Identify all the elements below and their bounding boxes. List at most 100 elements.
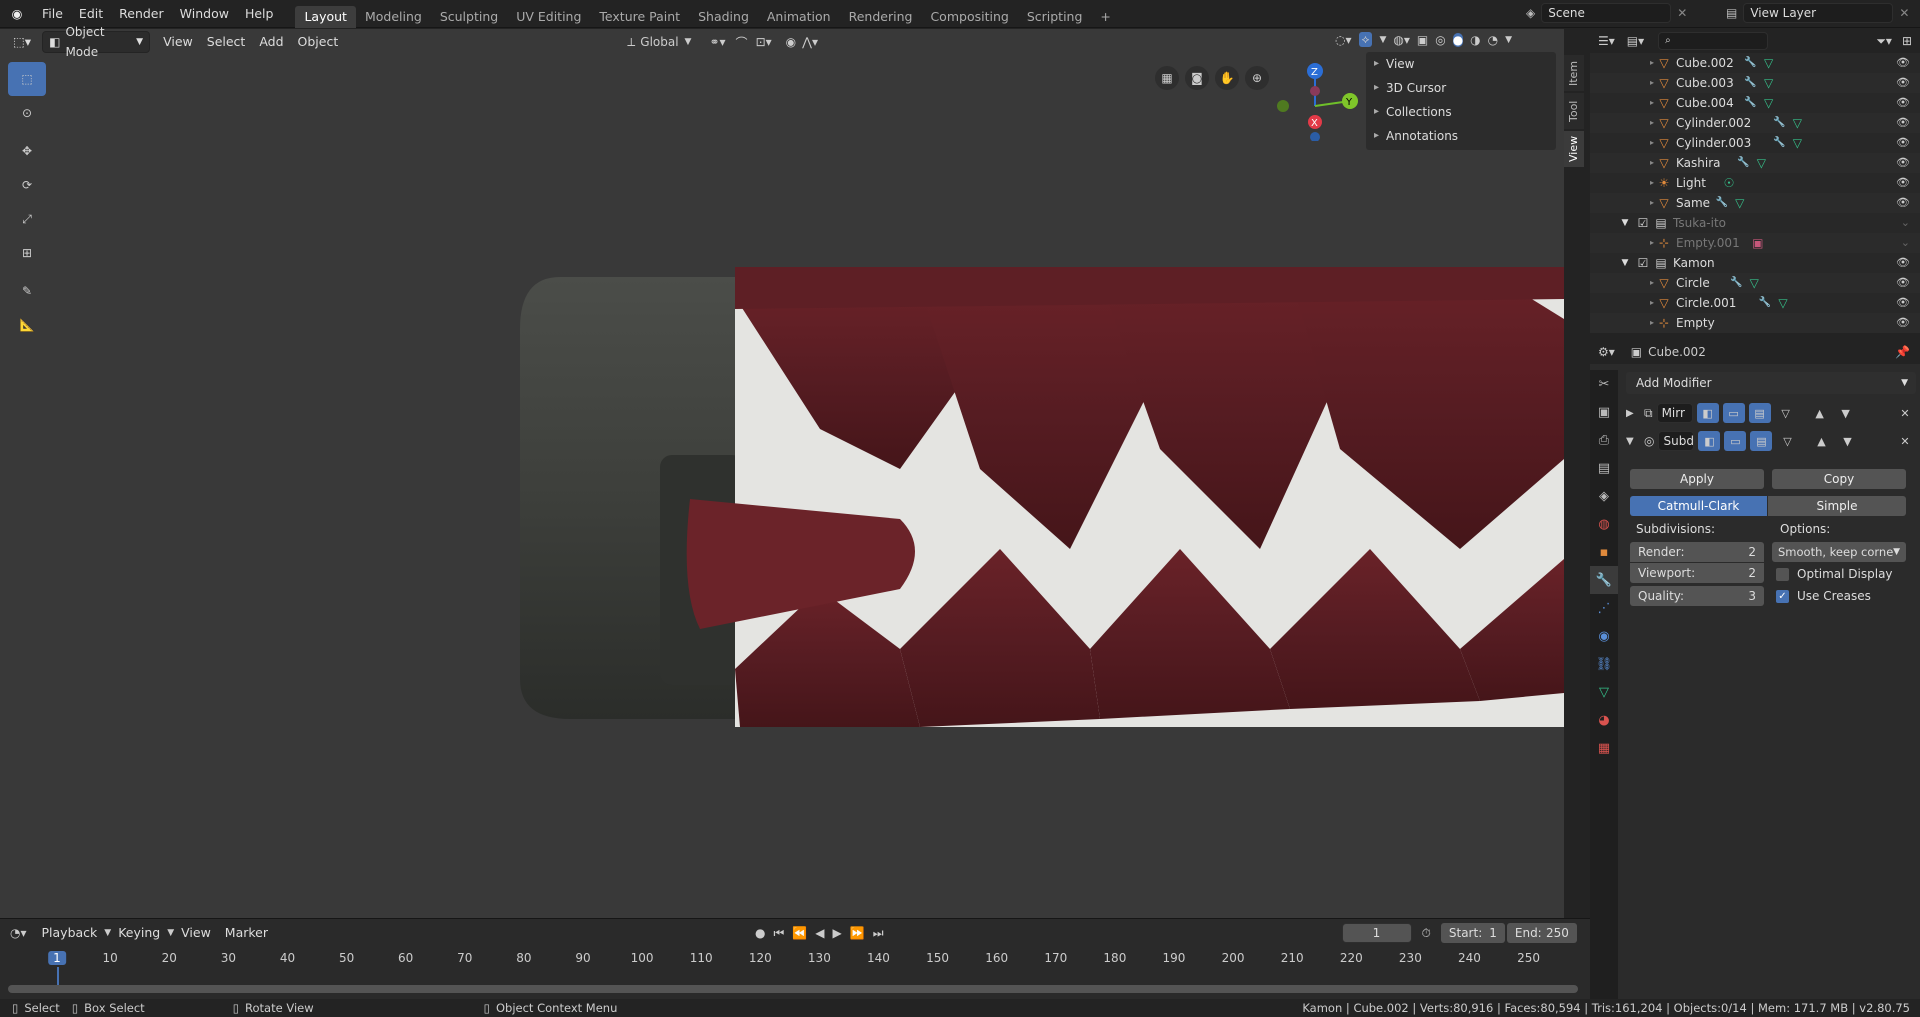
outliner-item[interactable]: ▸ ▽ Cube.003 🔧 ▽ 👁 — [1590, 73, 1920, 93]
display-mode-icon[interactable]: ▤▾ — [1627, 34, 1644, 48]
new-collection-icon[interactable]: ⊞ — [1902, 34, 1912, 48]
move-down-icon[interactable]: ▼ — [1836, 431, 1858, 451]
visibility-eye-icon[interactable]: 👁 — [1896, 93, 1910, 113]
mesh-data-icon[interactable]: ▽ — [1762, 56, 1776, 70]
visibility-eye-icon[interactable]: 👁 — [1896, 173, 1910, 193]
modifier-icon[interactable]: 🔧 — [1744, 96, 1758, 110]
quality-field[interactable]: Quality: 3 — [1630, 586, 1764, 606]
falloff-icon[interactable]: ⋀▾ — [802, 35, 818, 49]
visibility-eye-icon[interactable]: 👁 — [1896, 193, 1910, 213]
menu-object[interactable]: Object — [291, 31, 346, 53]
filter-icon[interactable]: ⏷▾ — [1876, 34, 1892, 49]
visibility-eye-icon[interactable]: ⌄ — [1901, 213, 1910, 233]
menu-view[interactable]: View — [174, 922, 218, 944]
modifier-icon[interactable]: 🔧 — [1736, 156, 1750, 170]
visibility-eye-icon[interactable]: 👁 — [1896, 293, 1910, 313]
mesh-data-icon[interactable]: ▽ — [1762, 96, 1776, 110]
visibility-eye-icon[interactable]: 👁 — [1896, 113, 1910, 133]
modifier-name-field[interactable]: Subd — [1658, 431, 1695, 451]
zoom-icon[interactable]: ⊕ — [1245, 66, 1269, 90]
exclude-checkbox-icon[interactable]: ☑ — [1636, 256, 1650, 270]
modifier-icon[interactable]: 🔧 — [1729, 276, 1743, 290]
close-icon[interactable]: ✕ — [1899, 6, 1909, 20]
outliner-item[interactable]: ▸ ▽ Cylinder.002 🔧 ▽ 👁 — [1590, 113, 1920, 133]
outliner-item[interactable]: ▼ ☑ ▤ Kamon 👁 — [1590, 253, 1920, 273]
modifier-name-field[interactable]: Mirr — [1656, 403, 1693, 423]
menu-playback[interactable]: Playback — [35, 922, 105, 944]
visibility-eye-icon[interactable]: ⌄ — [1901, 233, 1910, 253]
play-icon[interactable]: ▶ — [833, 926, 842, 940]
mesh-data-icon[interactable]: ▽ — [1747, 276, 1761, 290]
transform-tool-icon[interactable]: ⊞ — [8, 236, 46, 270]
pin-icon[interactable]: 📌 — [1895, 345, 1910, 359]
camera-icon[interactable]: ◙ — [1185, 66, 1209, 90]
orientation-dropdown[interactable]: ⟂ Global ▼ — [627, 35, 691, 50]
blender-logo-icon[interactable]: ◉ — [0, 0, 34, 28]
visibility-eye-icon[interactable]: 👁 — [1896, 153, 1910, 173]
texture-tab-icon[interactable]: ▦ — [1590, 734, 1618, 762]
modifier-tab-icon[interactable]: 🔧 — [1590, 566, 1618, 594]
tab-tool[interactable]: Tool — [1564, 93, 1584, 129]
outliner-item[interactable]: ▸ ▽ Kashira 🔧 ▽ 👁 — [1590, 153, 1920, 173]
menu-window[interactable]: Window — [172, 0, 237, 28]
modifier-icon[interactable]: 🔧 — [1772, 136, 1786, 150]
realtime-icon[interactable]: ▭ — [1724, 431, 1747, 451]
outliner-item[interactable]: ▼ ☑ ▤ Tsuka-ito ⌄ — [1590, 213, 1920, 233]
render-icon[interactable]: ▤ — [1748, 403, 1771, 423]
outliner-editor-icon[interactable]: ☰▾ — [1598, 34, 1615, 48]
outliner-item[interactable]: ▸ ☀ Light ☉ 👁 — [1590, 173, 1920, 193]
overlay-icon[interactable]: ◍▾ — [1393, 33, 1410, 47]
visibility-eye-icon[interactable]: 👁 — [1896, 253, 1910, 273]
modifier-icon[interactable]: 🔧 — [1758, 296, 1772, 310]
cage-icon[interactable]: ▽ — [1776, 431, 1798, 451]
mesh-data-icon[interactable]: ▽ — [1754, 156, 1768, 170]
grid-view-icon[interactable]: ▦ — [1155, 66, 1179, 90]
outliner-item[interactable]: ▸ ▽ Cube.002 🔧 ▽ 👁 — [1590, 53, 1920, 73]
outliner-item[interactable]: ▸ ⊹ Empty 👁 — [1590, 313, 1920, 333]
gizmo-toggle-icon[interactable]: ⟡ — [1358, 32, 1373, 47]
catmull-clark-button[interactable]: Catmull-Clark — [1630, 496, 1767, 516]
cage-icon[interactable]: ▽ — [1775, 403, 1797, 423]
object-data-tab-icon[interactable]: ▽ — [1590, 678, 1618, 706]
visibility-eye-icon[interactable]: 👁 — [1896, 273, 1910, 293]
prev-keyframe-icon[interactable]: ⏪ — [792, 926, 807, 940]
mesh-data-icon[interactable]: ▽ — [1790, 136, 1804, 150]
playhead[interactable] — [57, 967, 59, 987]
tab-compositing[interactable]: Compositing — [921, 6, 1017, 28]
edit-mode-icon[interactable]: ◧ — [1696, 403, 1719, 423]
jump-end-icon[interactable]: ⏭ — [873, 926, 884, 941]
apply-button[interactable]: Apply — [1630, 469, 1764, 489]
panel-view[interactable]: View — [1366, 52, 1556, 76]
play-reverse-icon[interactable]: ◀ — [815, 926, 824, 940]
close-icon[interactable]: ✕ — [1677, 6, 1687, 20]
remove-modifier-icon[interactable]: ✕ — [1894, 431, 1916, 451]
view-layer-field[interactable]: View Layer — [1743, 3, 1894, 23]
tab-uv-editing[interactable]: UV Editing — [507, 6, 590, 28]
scene-field[interactable]: Scene — [1541, 3, 1672, 23]
modifier-icon[interactable]: 🔧 — [1744, 76, 1758, 90]
modifier-icon[interactable]: 🔧 — [1744, 56, 1758, 70]
copy-button[interactable]: Copy — [1772, 469, 1906, 489]
particles-tab-icon[interactable]: ⋰ — [1590, 594, 1618, 622]
visibility-eye-icon[interactable]: 👁 — [1896, 133, 1910, 153]
add-workspace-button[interactable]: + — [1091, 6, 1119, 28]
visibility-eye-icon[interactable]: 👁 — [1896, 313, 1910, 333]
move-tool-icon[interactable]: ✥ — [8, 134, 46, 168]
next-keyframe-icon[interactable]: ⏩ — [850, 926, 865, 940]
menu-view[interactable]: View — [156, 31, 200, 53]
current-frame-field[interactable]: 1 — [1341, 923, 1412, 943]
timeline-editor-icon[interactable]: ◔▾ — [10, 926, 27, 940]
solid-shading-icon[interactable]: ● — [1452, 32, 1464, 47]
mesh-data-icon[interactable]: ▽ — [1776, 296, 1790, 310]
render-tab-icon[interactable]: ▣ — [1590, 398, 1618, 426]
material-tab-icon[interactable]: ◕ — [1590, 706, 1618, 734]
mesh-data-icon[interactable]: ▽ — [1790, 116, 1804, 130]
render-levels-field[interactable]: Render: 2 — [1630, 542, 1764, 562]
stopwatch-icon[interactable]: ⏱ — [1422, 926, 1431, 941]
menu-add[interactable]: Add — [252, 31, 290, 53]
outliner-item[interactable]: ▸ ▽ Cylinder.003 🔧 ▽ 👁 — [1590, 133, 1920, 153]
menu-marker[interactable]: Marker — [218, 922, 275, 944]
tab-rendering[interactable]: Rendering — [840, 6, 922, 28]
select-box-tool-icon[interactable]: ⬚ — [8, 62, 46, 96]
tab-layout[interactable]: Layout — [295, 5, 356, 28]
